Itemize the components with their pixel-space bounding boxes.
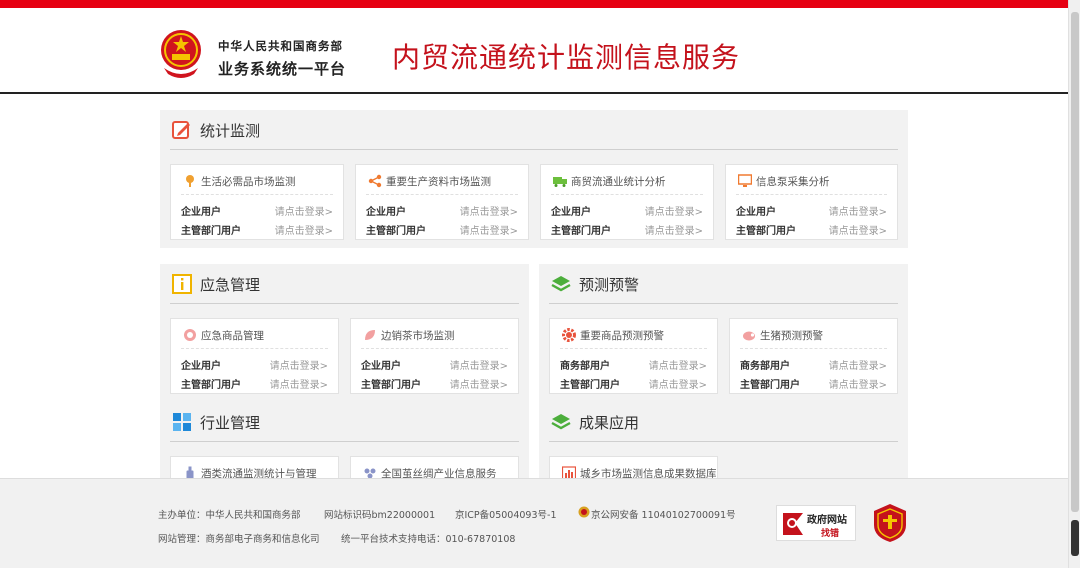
card-commerce-statistics[interactable]: 商贸流通业统计分析 企业用户 请点击登录> 主管部门用户 请点击登录> [540, 164, 714, 240]
login-link[interactable]: 请点击登录> [829, 376, 887, 391]
login-link[interactable]: 请点击登录> [829, 357, 887, 372]
org-name-line2: 业务系统统一平台 [218, 60, 347, 78]
login-link[interactable]: 请点击登录> [645, 222, 703, 237]
login-link[interactable]: 请点击登录> [649, 376, 707, 391]
grid-icon [173, 413, 191, 431]
card-production-materials[interactable]: 重要生产资料市场监测 企业用户 请点击登录> 主管部门用户 请点击登录> [355, 164, 529, 240]
card-pig-warning[interactable]: 生猪预测预警 商务部用户 请点击登录> 主管部门用户 请点击登录> [729, 318, 898, 394]
share-nodes-icon [368, 174, 382, 188]
row-label: 主管部门用户 [736, 226, 796, 237]
card-title: 边销茶市场监测 [381, 330, 455, 342]
site-header: 中华人民共和国商务部 业务系统统一平台 内贸流通统计监测信息服务 [0, 8, 1068, 94]
top-red-bar [0, 0, 1068, 8]
panel-title: 成果应用 [579, 414, 640, 432]
login-link[interactable]: 请点击登录> [275, 222, 333, 237]
police-badge-icon [578, 506, 590, 518]
card-info-pump[interactable]: 信息泵采集分析 企业用户 请点击登录> 主管部门用户 请点击登录> [725, 164, 898, 240]
card-title: 重要商品预测预警 [580, 330, 664, 342]
vertical-scrollbar[interactable] [1068, 0, 1080, 568]
login-link[interactable]: 请点击登录> [649, 357, 707, 372]
row-label: 商务部用户 [740, 361, 790, 372]
panel-title: 预测预警 [579, 276, 640, 294]
monitor-icon [738, 174, 752, 187]
login-link[interactable]: 请点击登录> [460, 203, 518, 218]
panel-header: 应急管理 [170, 270, 519, 304]
site-footer: 主办单位：中华人民共和国商务部 网站标识码bm22000001 京ICP备050… [0, 478, 1068, 568]
edit-note-icon [172, 121, 190, 139]
login-link[interactable]: 请点击登录> [275, 203, 333, 218]
row-label: 企业用户 [736, 207, 776, 218]
info-box-icon [172, 274, 192, 294]
login-link[interactable]: 请点击登录> [829, 222, 887, 237]
gov-site-error-report-badge[interactable]: 政府网站 找错 [776, 505, 856, 541]
row-label: 商务部用户 [560, 361, 610, 372]
emergency-management-panel: 应急管理 应急商品管理 企业用户 请点击登录> 主管部门用户 请点击登录> 边销茶市… [160, 264, 529, 532]
row-label: 企业用户 [181, 361, 221, 372]
badge-title: 政府网站 [807, 515, 847, 526]
row-label: 主管部门用户 [181, 380, 241, 391]
national-emblem-icon [161, 30, 201, 78]
login-link[interactable]: 请点击登录> [460, 222, 518, 237]
scrollbar-thumb[interactable] [1071, 12, 1079, 512]
card-border-tea[interactable]: 边销茶市场监测 企业用户 请点击登录> 主管部门用户 请点击登录> [350, 318, 519, 394]
location-pin-icon [186, 175, 194, 187]
login-link[interactable]: 请点击登录> [270, 376, 328, 391]
shield-circle-icon [184, 329, 196, 341]
panel-header: 预测预警 [549, 270, 898, 304]
stats-monitoring-panel: 统计监测 生活必需品市场监测 企业用户 请点击登录> 主管部门用户 请点击登录> 重… [160, 110, 908, 248]
party-gov-badge-icon[interactable] [872, 503, 908, 543]
card-daily-necessities[interactable]: 生活必需品市场监测 企业用户 请点击登录> 主管部门用户 请点击登录> [170, 164, 344, 240]
card-title: 商贸流通业统计分析 [571, 176, 666, 188]
forecast-warning-panel: 预测预警 重要商品预测预警 商务部用户 请点击登录> 主管部门用户 请点击登录> 生… [539, 264, 908, 532]
footer-site-id: 网站标识码bm22000001 [324, 510, 436, 521]
site-title: 内贸流通统计监测信息服务 [392, 41, 741, 74]
row-label: 主管部门用户 [740, 380, 800, 391]
card-emergency-goods[interactable]: 应急商品管理 企业用户 请点击登录> 主管部门用户 请点击登录> [170, 318, 339, 394]
badge-subtitle: 找错 [821, 529, 840, 539]
panel-title: 统计监测 [200, 122, 261, 140]
row-label: 企业用户 [361, 361, 401, 372]
card-title: 生猪预测预警 [760, 330, 823, 342]
row-label: 主管部门用户 [181, 226, 241, 237]
footer-manager: 网站管理：商务部电子商务和信息化司 [158, 534, 320, 545]
footer-sponsor: 主办单位：中华人民共和国商务部 [158, 510, 301, 521]
login-link[interactable]: 请点击登录> [270, 357, 328, 372]
layers-icon [551, 276, 571, 292]
gear-icon [562, 328, 576, 342]
row-label: 主管部门用户 [366, 226, 426, 237]
card-title: 应急商品管理 [201, 330, 264, 342]
row-label: 企业用户 [366, 207, 406, 218]
row-label: 主管部门用户 [551, 226, 611, 237]
card-title: 生活必需品市场监测 [201, 176, 296, 188]
tea-leaf-icon [365, 330, 375, 340]
footer-police-record[interactable]: 京公网安备 11040102700091号 [591, 507, 736, 521]
truck-icon [553, 177, 567, 187]
login-link[interactable]: 请点击登录> [645, 203, 703, 218]
industry-management-header: 行业管理 [170, 408, 519, 442]
row-label: 主管部门用户 [361, 380, 421, 391]
card-title: 重要生产资料市场监测 [386, 176, 491, 188]
footer-icp[interactable]: 京ICP备05004093号-1 [455, 507, 557, 521]
panel-title: 应急管理 [200, 276, 261, 294]
results-application-header: 成果应用 [549, 408, 898, 442]
login-link[interactable]: 请点击登录> [450, 376, 508, 391]
login-link[interactable]: 请点击登录> [829, 203, 887, 218]
card-key-goods-warning[interactable]: 重要商品预测预警 商务部用户 请点击登录> 主管部门用户 请点击登录> [549, 318, 718, 394]
row-label: 企业用户 [181, 207, 221, 218]
login-link[interactable]: 请点击登录> [450, 357, 508, 372]
layers-icon [551, 414, 571, 430]
org-name-line1: 中华人民共和国商务部 [218, 39, 343, 53]
footer-support-phone: 统一平台技术支持电话：010-67870108 [341, 534, 516, 545]
row-label: 主管部门用户 [560, 380, 620, 391]
row-label: 企业用户 [551, 207, 591, 218]
panel-title: 行业管理 [200, 414, 261, 432]
card-title: 信息泵采集分析 [756, 176, 830, 188]
panel-header: 统计监测 [170, 116, 898, 150]
scrollbar-handle[interactable] [1071, 520, 1079, 556]
pig-icon [743, 331, 755, 341]
magnifier-flag-icon [783, 513, 803, 535]
